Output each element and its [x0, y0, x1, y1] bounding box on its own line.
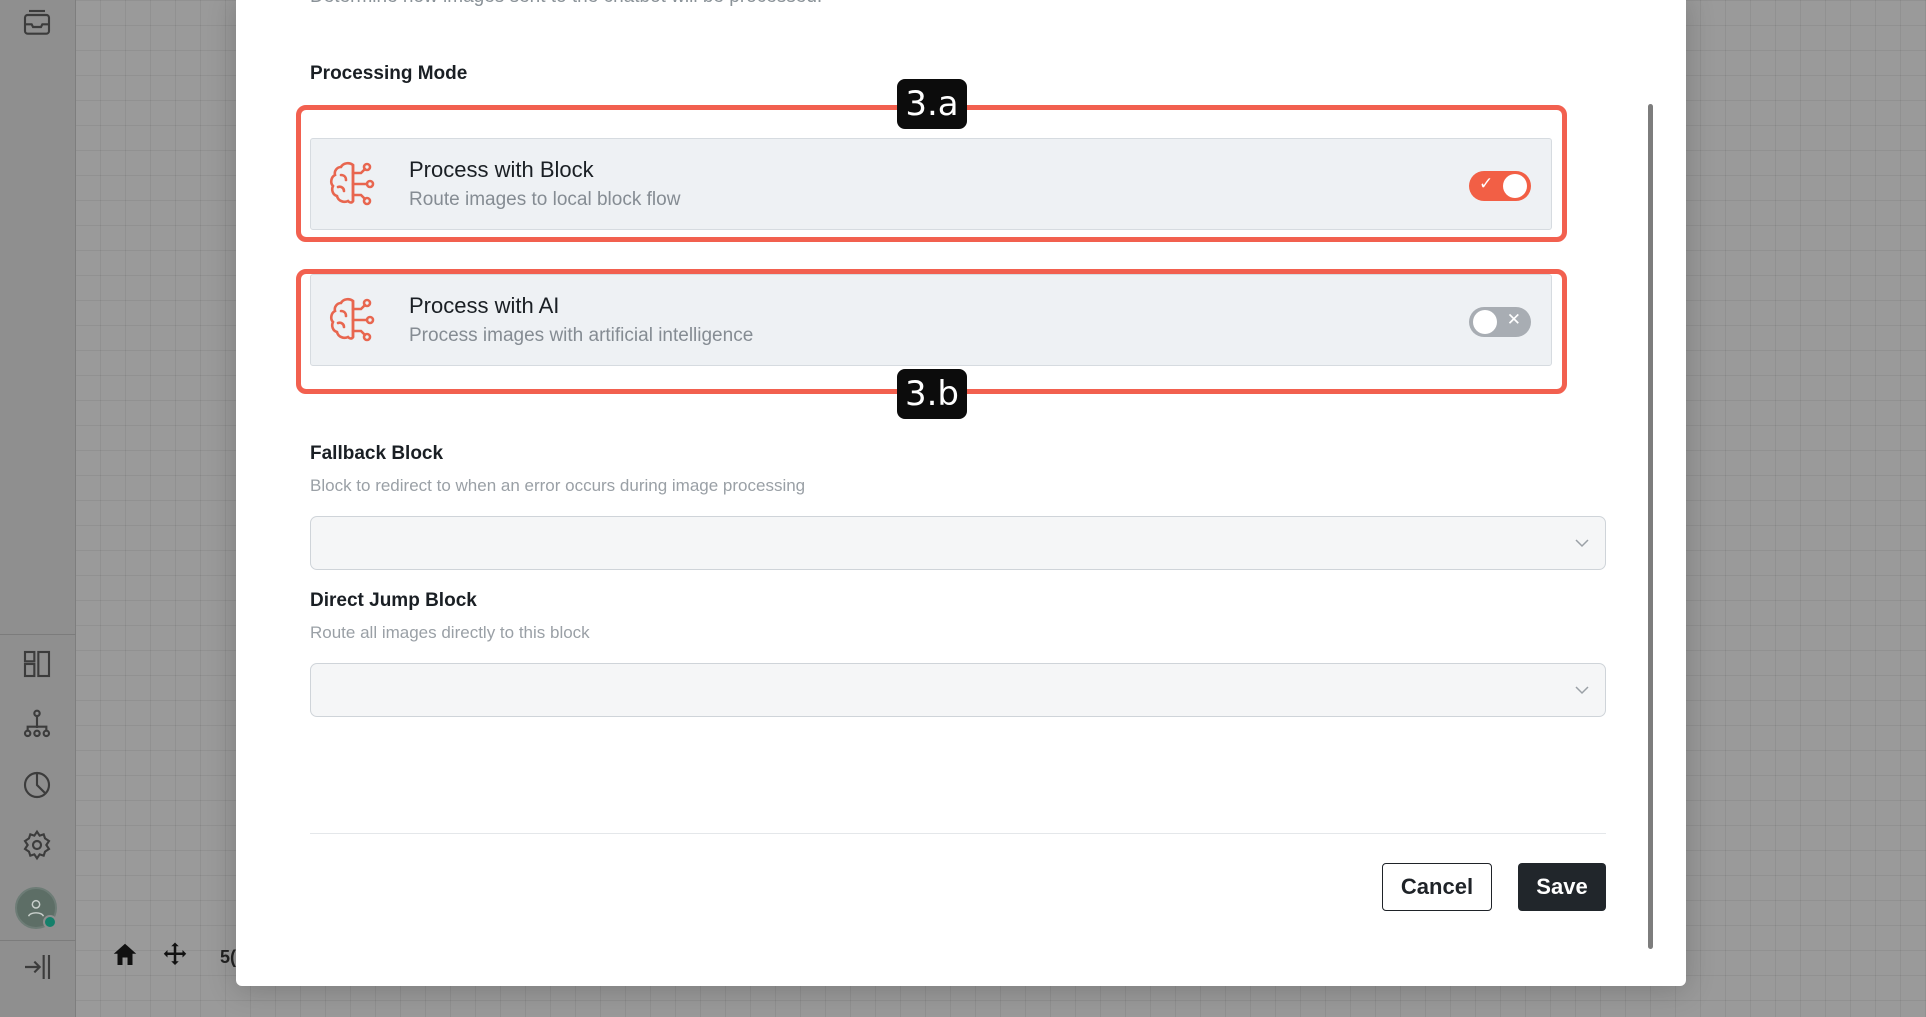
direct-jump-block-title: Direct Jump Block: [310, 590, 477, 611]
chevron-down-icon: [1575, 686, 1589, 695]
fallback-block-title: Fallback Block: [310, 443, 444, 464]
hierarchy-icon[interactable]: [20, 707, 54, 741]
fallback-block-help: Block to redirect to when an error occur…: [310, 476, 806, 495]
online-status-dot: [43, 915, 57, 929]
footer-divider: [310, 833, 1606, 834]
chevron-down-icon: [1575, 539, 1589, 548]
move-arrows-icon[interactable]: [160, 940, 190, 974]
save-button[interactable]: Save: [1518, 863, 1606, 911]
avatar[interactable]: [15, 887, 57, 929]
processing-mode-title: Processing Mode: [310, 63, 468, 84]
cancel-button[interactable]: Cancel: [1382, 863, 1492, 911]
zoom-level: 5(: [220, 946, 237, 967]
dashboard-icon[interactable]: [20, 647, 54, 681]
home-icon[interactable]: [110, 940, 140, 974]
analytics-icon[interactable]: [20, 768, 54, 802]
modal-scrollbar[interactable]: [1648, 104, 1653, 949]
fallback-block-select[interactable]: [310, 516, 1606, 570]
settings-gear-icon[interactable]: [20, 828, 54, 862]
direct-jump-block-select[interactable]: [310, 663, 1606, 717]
modal-description: Determine how images sent to the chatbot…: [310, 0, 822, 8]
sidebar: [0, 0, 76, 1017]
annotation-badge-3b: 3.b: [897, 369, 967, 419]
annotation-badge-3a: 3.a: [897, 79, 967, 129]
inbox-icon[interactable]: [20, 6, 54, 40]
canvas-toolbar: 5(: [110, 940, 236, 974]
logout-icon[interactable]: [20, 950, 54, 984]
direct-jump-block-help: Route all images directly to this block: [310, 623, 590, 642]
